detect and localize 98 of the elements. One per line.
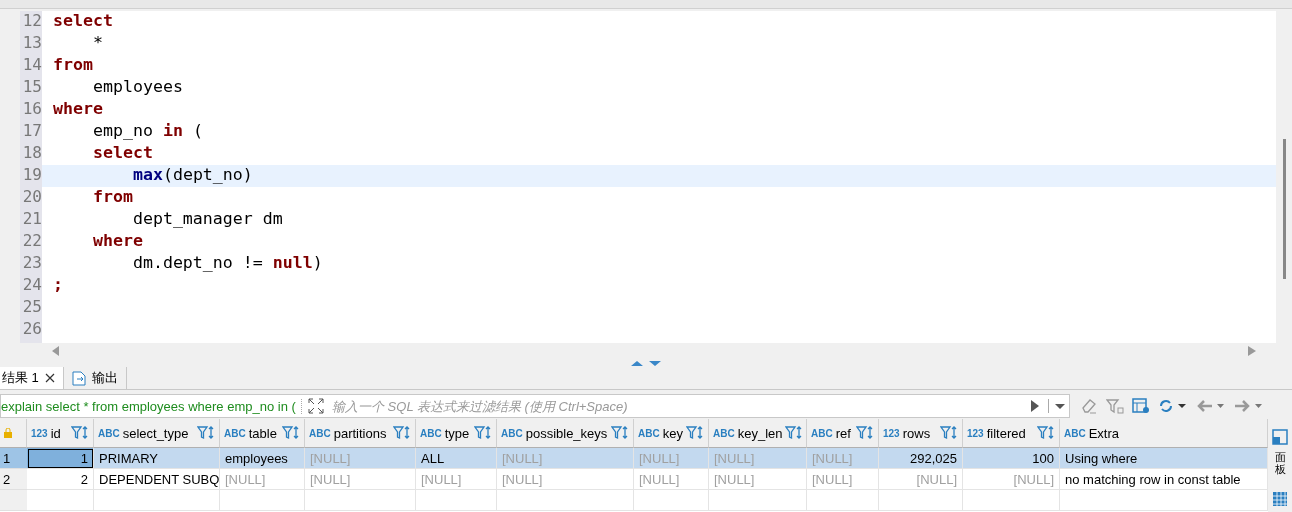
table-cell: no matching row in const table (1060, 469, 1268, 490)
column-header[interactable]: ABC table (220, 419, 305, 448)
table-cell: 2 (27, 469, 94, 490)
line-number: 23 (21, 253, 42, 274)
code-line: where (91, 231, 144, 252)
column-header[interactable]: ABC select_type (94, 419, 220, 448)
line-number: 16 (21, 99, 42, 120)
table-cell: 1 (27, 448, 94, 469)
table-cell: [NULL] (497, 448, 634, 469)
filter-sort-icon[interactable] (940, 425, 958, 441)
line-number: 19 (21, 165, 42, 186)
column-header[interactable]: ABC Extra (1060, 419, 1268, 448)
table-cell: Using where (1060, 448, 1268, 469)
code-line: select (52, 11, 114, 32)
line-number: 13 (21, 33, 42, 54)
line-number: 17 (21, 121, 42, 142)
table-cell: [NULL] (305, 448, 416, 469)
query-text: explain select * from employees where emp_no in ( (1, 398, 302, 414)
filter-icon[interactable] (1106, 398, 1124, 414)
table-cell: PRIMARY (94, 448, 220, 469)
scrollbar-thumb[interactable] (1282, 139, 1286, 279)
line-number: 26 (21, 319, 42, 340)
column-header[interactable]: ABC key (634, 419, 709, 448)
column-header[interactable]: ABC possible_keys (497, 419, 634, 448)
sql-editor[interactable]: 12 13 14 15 16 17 18 19 20 21 22 23 24 25 26 select * from employees where emp_no in ( select max(dept_no) from dept_manager dm where dm.dept_no != null) ; (20, 11, 1276, 343)
filter-sort-icon[interactable] (611, 425, 629, 441)
table-cell: [NULL] (220, 469, 305, 490)
line-number: 18 (21, 143, 42, 164)
line-number: 25 (21, 297, 42, 318)
table-cell: [NULL] (879, 469, 963, 490)
code-line: from (91, 187, 134, 208)
apply-filter-icon[interactable] (1030, 399, 1040, 413)
table-cell: [NULL] (709, 448, 807, 469)
line-number: 12 (21, 11, 42, 32)
table-cell: [NULL] (963, 469, 1060, 490)
document-icon (71, 370, 86, 386)
filter-sort-icon[interactable] (393, 425, 411, 441)
close-icon[interactable] (44, 373, 55, 383)
code-line: where (52, 99, 104, 120)
column-header[interactable]: ABC ref (807, 419, 879, 448)
column-header[interactable]: ABC key_len (709, 419, 807, 448)
table-cell: ALL (416, 448, 497, 469)
table-cell: [NULL] (709, 469, 807, 490)
filter-sort-icon[interactable] (474, 425, 492, 441)
table-cell: [NULL] (807, 448, 879, 469)
table-cell: 292,025 (879, 448, 963, 469)
refresh-icon[interactable] (1158, 398, 1188, 414)
row-header (0, 490, 27, 511)
column-header[interactable]: ABC type (416, 419, 497, 448)
line-number: 20 (21, 187, 42, 208)
code-line: select (91, 143, 154, 164)
code-line: ; (52, 275, 64, 296)
column-header[interactable]: 123 rows (879, 419, 963, 448)
eraser-icon[interactable] (1080, 398, 1098, 414)
table-cell: [NULL] (634, 448, 709, 469)
table-cell: employees (220, 448, 305, 469)
filter-sort-icon[interactable] (856, 425, 874, 441)
filter-sort-icon[interactable] (197, 425, 215, 441)
table-cell: [NULL] (305, 469, 416, 490)
row-number[interactable]: 2 (0, 469, 27, 490)
line-number: 21 (21, 209, 42, 230)
line-number: 24 (21, 275, 42, 296)
filter-sort-icon[interactable] (1037, 425, 1055, 441)
collapse-toggle-icon[interactable] (630, 359, 662, 367)
filter-sort-icon[interactable] (71, 425, 89, 441)
table-cell: [NULL] (497, 469, 634, 490)
code-line: emp_no in ( (91, 121, 204, 142)
column-header[interactable]: ABC partitions (305, 419, 416, 448)
scroll-left-icon[interactable] (52, 346, 60, 356)
table-cell: [NULL] (416, 469, 497, 490)
column-header[interactable]: 123 filtered (963, 419, 1060, 448)
line-number: 15 (21, 77, 42, 98)
code-line: from (52, 55, 94, 76)
table-cell: 100 (963, 448, 1060, 469)
code-line: dm.dept_no != null) (131, 253, 324, 274)
table-cell: [NULL] (634, 469, 709, 490)
line-number: 22 (21, 231, 42, 252)
table-cell: DEPENDENT SUBQ (94, 469, 220, 490)
back-arrow-icon[interactable] (1196, 398, 1226, 414)
filter-sort-icon[interactable] (785, 425, 804, 441)
grid-icon[interactable] (1272, 491, 1288, 508)
panel-icon[interactable] (1272, 429, 1288, 445)
lock-icon (4, 428, 12, 438)
code-line: dept_manager dm (131, 209, 284, 230)
expand-icon[interactable] (308, 398, 324, 414)
column-header[interactable]: 123 id (27, 419, 94, 448)
filter-sort-icon[interactable] (282, 425, 300, 441)
forward-arrow-icon[interactable] (1234, 398, 1264, 414)
code-line: employees (91, 77, 184, 98)
panel-label[interactable]: 面板 (1274, 451, 1286, 476)
filter-sort-icon[interactable] (686, 425, 704, 441)
row-number[interactable]: 1 (0, 448, 27, 469)
table-cell: [NULL] (807, 469, 879, 490)
line-number: 14 (21, 55, 42, 76)
code-line: * (91, 33, 104, 54)
table-settings-icon[interactable] (1132, 398, 1150, 414)
result-tab[interactable]: 结果 1 (0, 367, 64, 389)
scroll-right-icon[interactable] (1248, 346, 1256, 356)
